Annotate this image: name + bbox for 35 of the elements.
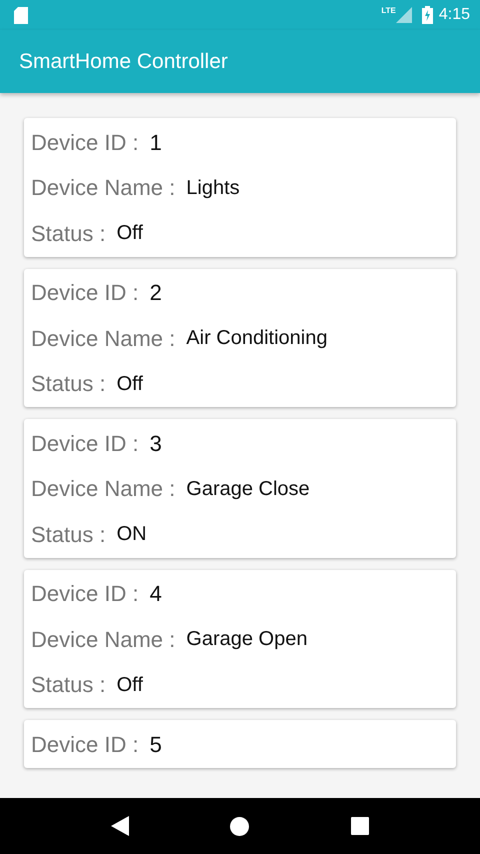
field-value: Garage Open bbox=[186, 628, 308, 652]
field-label: Status : bbox=[31, 371, 106, 398]
field-value: Off bbox=[116, 372, 143, 396]
field-label: Device ID : bbox=[31, 430, 139, 457]
network-type: LTE bbox=[381, 6, 396, 15]
field-label: Device Name : bbox=[31, 626, 176, 653]
field-label: Status : bbox=[31, 522, 106, 548]
field-value: 5 bbox=[150, 732, 162, 758]
signal-icon bbox=[396, 7, 412, 23]
field-value: 4 bbox=[150, 581, 162, 608]
field-label: Device Name : bbox=[31, 476, 176, 502]
clock-time: 4:15 bbox=[438, 6, 470, 24]
field-label: Device ID : bbox=[31, 130, 139, 156]
home-button[interactable] bbox=[230, 816, 250, 836]
field-label: Status : bbox=[31, 220, 106, 247]
app-title: SmartHome Controller bbox=[19, 50, 228, 74]
field-value: Off bbox=[116, 222, 143, 246]
back-button[interactable] bbox=[110, 816, 129, 836]
field-label: Status : bbox=[31, 672, 106, 698]
field-value: ON bbox=[116, 523, 147, 546]
sd-card-icon bbox=[14, 6, 28, 24]
field-value: 1 bbox=[150, 130, 162, 156]
field-value: 3 bbox=[150, 430, 162, 457]
field-label: Device ID : bbox=[31, 280, 139, 306]
field-value: Garage Close bbox=[186, 478, 310, 501]
recents-button[interactable] bbox=[351, 817, 370, 835]
field-value: Lights bbox=[186, 176, 240, 200]
field-label: Device Name : bbox=[31, 175, 176, 202]
field-label: Device ID : bbox=[31, 581, 139, 608]
battery-icon bbox=[422, 6, 433, 24]
field-value: Air Conditioning bbox=[186, 327, 328, 350]
field-value: Off bbox=[116, 674, 143, 697]
field-label: Device Name : bbox=[31, 326, 176, 352]
field-label: Device ID : bbox=[31, 732, 139, 758]
field-value: 2 bbox=[150, 280, 162, 306]
